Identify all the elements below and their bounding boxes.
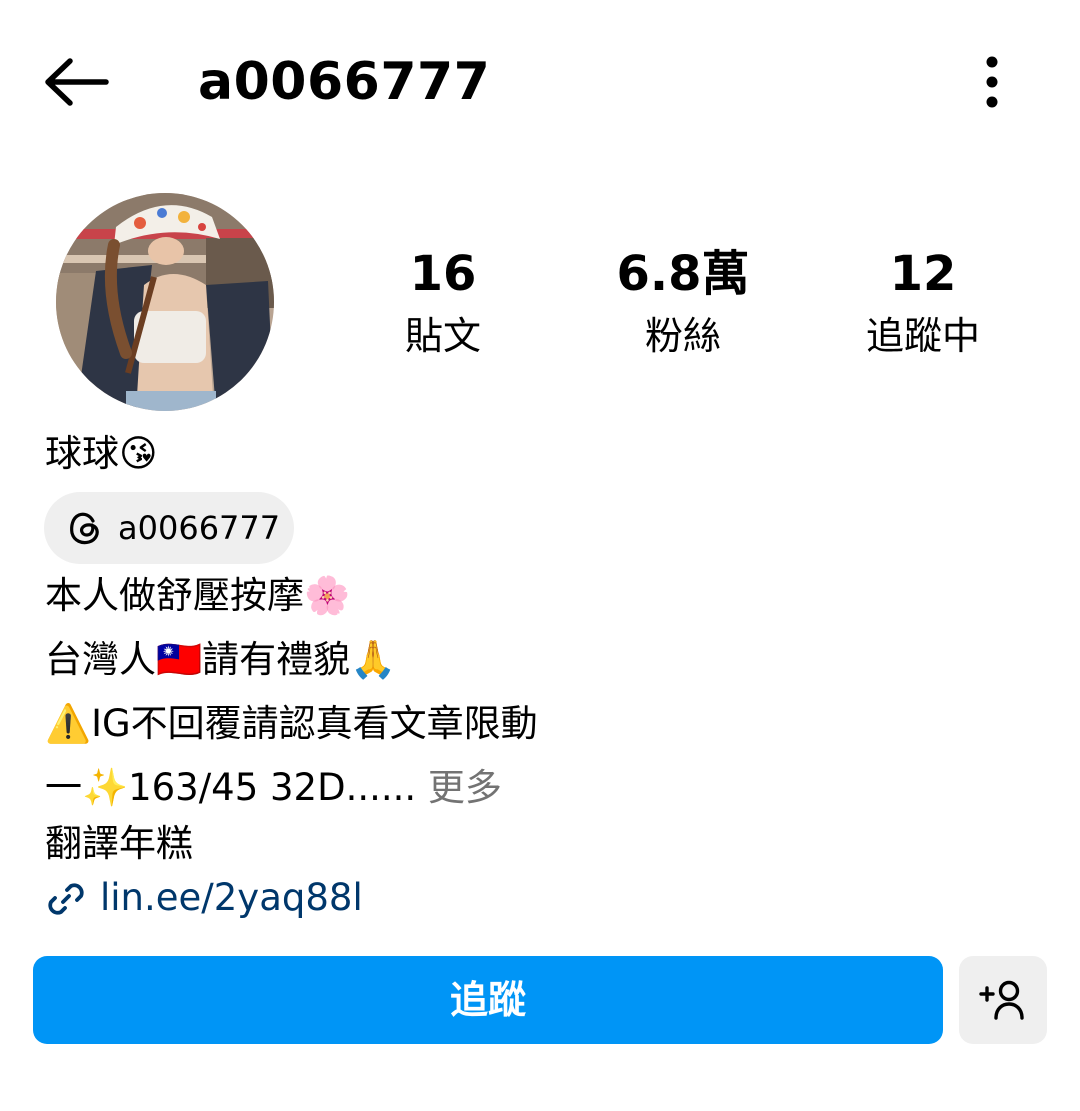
display-name: 球球😘: [45, 432, 158, 475]
link-icon: [48, 883, 84, 915]
threads-badge[interactable]: a0066777: [44, 492, 294, 564]
bio-line-4: 一✨163/45 32D...... 更多: [45, 764, 502, 812]
arrow-left-icon: [45, 58, 109, 106]
back-button[interactable]: [40, 52, 112, 112]
bio-line-1: 本人做舒壓按摩🌸: [45, 574, 351, 617]
following-count: 12: [889, 246, 957, 302]
followers-label: 粉絲: [644, 314, 721, 358]
profile-stats: 16 貼文 6.8萬 粉絲 12 追蹤中: [0, 245, 1080, 375]
followers-stat[interactable]: 6.8萬 粉絲: [583, 245, 783, 361]
posts-label: 貼文: [404, 314, 481, 358]
follow-button[interactable]: 追蹤: [33, 956, 943, 1044]
bio-line-4-text: 一✨163/45 32D......: [45, 766, 417, 809]
following-stat[interactable]: 12 追蹤中: [823, 245, 1023, 361]
add-person-icon: [979, 980, 1024, 1020]
bio-more-link[interactable]: 更多: [428, 766, 502, 809]
followers-count: 6.8萬: [616, 246, 750, 302]
posts-count: 16: [409, 246, 477, 302]
translate-link[interactable]: 翻譯年糕: [45, 820, 193, 868]
bio-line-3: ⚠️IG不回覆請認真看文章限動: [45, 702, 538, 745]
threads-icon: [70, 512, 99, 545]
threads-handle: a0066777: [118, 509, 281, 547]
suggested-users-button[interactable]: [959, 956, 1047, 1044]
posts-stat[interactable]: 16 貼文: [343, 245, 543, 361]
following-label: 追蹤中: [865, 314, 980, 358]
more-options-button[interactable]: [966, 52, 1018, 112]
profile-username-title: a0066777: [198, 52, 491, 112]
bio-line-2: 台灣人🇹🇼請有禮貌🙏: [45, 638, 397, 681]
profile-link-text: lin.ee/2yaq88l: [100, 876, 363, 919]
more-vertical-icon: [986, 56, 998, 108]
top-app-bar: a0066777: [0, 0, 1080, 165]
